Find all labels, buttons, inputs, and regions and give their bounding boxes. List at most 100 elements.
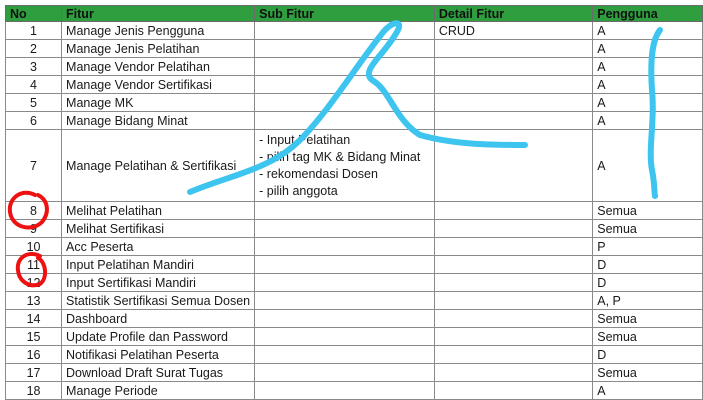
cell-detail-fitur [433,309,594,328]
cell-sub-fitur [254,201,435,220]
cell-sub-fitur [254,255,435,274]
cell-pengguna: D [592,345,703,364]
cell-no: 3 [4,57,63,76]
cell-pengguna: A [592,21,703,40]
cell-no: 6 [4,111,63,130]
cell-detail-fitur [433,39,594,58]
cell-detail-fitur [433,75,594,94]
cell-pengguna: A [592,57,703,76]
table-row: 11 Input Pelatihan Mandiri D [4,255,703,274]
cell-sub-fitur [254,237,435,256]
cell-pengguna: A [592,129,703,202]
cell-detail-fitur [433,291,594,310]
table-row: 15 Update Profile dan Password Semua [4,327,703,346]
table-row: 8 Melihat Pelatihan Semua [4,201,703,220]
cell-pengguna: D [592,255,703,274]
cell-no: 9 [4,219,63,238]
cell-pengguna: A [592,381,703,400]
cell-no: 7 [4,129,63,202]
sub-fitur-item: - pilih tag MK & Bidang Minat [259,149,421,164]
cell-fitur: Statistik Sertifikasi Semua Dosen [61,291,256,310]
sub-fitur-item: - rekomendasi Dosen [259,166,378,181]
header-detail-fitur: Detail Fitur [433,5,594,22]
feature-table: No Fitur Sub Fitur Detail Fitur Pengguna… [4,5,703,400]
table-row: 18 Manage Periode A [4,381,703,400]
cell-fitur: Manage Vendor Sertifikasi [61,75,256,94]
cell-no: 16 [4,345,63,364]
cell-fitur: Melihat Pelatihan [61,201,256,220]
cell-pengguna: A, P [592,291,703,310]
table-row: 2 Manage Jenis Pelatihan A [4,39,703,58]
cell-detail-fitur [433,201,594,220]
cell-pengguna: Semua [592,309,703,328]
cell-fitur: Manage Jenis Pelatihan [61,39,256,58]
cell-fitur: Manage MK [61,93,256,112]
cell-sub-fitur [254,327,435,346]
cell-fitur: Input Pelatihan Mandiri [61,255,256,274]
table-row: 5 Manage MK A [4,93,703,112]
header-no: No [4,5,63,22]
cell-no: 5 [4,93,63,112]
cell-sub-fitur [254,75,435,94]
cell-pengguna: P [592,237,703,256]
cell-pengguna: A [592,39,703,58]
cell-fitur: Acc Peserta [61,237,256,256]
table-row: 16 Notifikasi Pelatihan Peserta D [4,345,703,364]
cell-sub-fitur: - Input Pelatihan - pilih tag MK & Bidang… [254,129,435,202]
cell-sub-fitur [254,363,435,382]
cell-no: 12 [4,273,63,292]
cell-sub-fitur [254,309,435,328]
table-row: 3 Manage Vendor Pelatihan A [4,57,703,76]
cell-sub-fitur [254,291,435,310]
cell-detail-fitur [433,129,594,202]
cell-fitur: Melihat Sertifikasi [61,219,256,238]
cell-pengguna: Semua [592,327,703,346]
cell-fitur: Download Draft Surat Tugas [61,363,256,382]
cell-pengguna: A [592,75,703,94]
header-fitur: Fitur [61,5,256,22]
cell-fitur: Manage Bidang Minat [61,111,256,130]
spreadsheet: No Fitur Sub Fitur Detail Fitur Pengguna… [0,0,703,400]
cell-detail-fitur [433,273,594,292]
cell-detail-fitur [433,381,594,400]
cell-detail-fitur [433,327,594,346]
cell-no: 2 [4,39,63,58]
cell-no: 11 [4,255,63,274]
cell-detail-fitur [433,111,594,130]
cell-detail-fitur [433,237,594,256]
cell-sub-fitur [254,111,435,130]
cell-pengguna: D [592,273,703,292]
cell-fitur: Update Profile dan Password [61,327,256,346]
cell-sub-fitur [254,21,435,40]
cell-sub-fitur [254,345,435,364]
cell-no: 17 [4,363,63,382]
table-row: 14 Dashboard Semua [4,309,703,328]
cell-sub-fitur [254,39,435,58]
table-row: 4 Manage Vendor Sertifikasi A [4,75,703,94]
table-row: 1 Manage Jenis Pengguna CRUD A [4,21,703,40]
sub-fitur-item: - Input Pelatihan [259,132,351,147]
sub-fitur-item: - pilih anggota [259,183,338,198]
cell-pengguna: A [592,93,703,112]
cell-fitur: Manage Pelatihan & Sertifikasi [61,129,256,202]
cell-no: 10 [4,237,63,256]
cell-no: 4 [4,75,63,94]
cell-pengguna: A [592,111,703,130]
table-body: 1 Manage Jenis Pengguna CRUD A 2 Manage Jenis… [4,21,703,400]
cell-detail-fitur [433,345,594,364]
cell-fitur: Manage Vendor Pelatihan [61,57,256,76]
cell-detail-fitur [433,219,594,238]
cell-sub-fitur [254,93,435,112]
cell-sub-fitur [254,381,435,400]
table-row: 7 Manage Pelatihan & Sertifikasi - Input P… [4,129,703,202]
cell-fitur: Input Sertifikasi Mandiri [61,273,256,292]
header-row: No Fitur Sub Fitur Detail Fitur Pengguna [4,5,703,22]
cell-pengguna: Semua [592,201,703,220]
table-row: 10 Acc Peserta P [4,237,703,256]
table-row: 13 Statistik Sertifikasi Semua Dosen A, P [4,291,703,310]
table-row: 12 Input Sertifikasi Mandiri D [4,273,703,292]
cell-fitur: Notifikasi Pelatihan Peserta [61,345,256,364]
cell-pengguna: Semua [592,219,703,238]
cell-detail-fitur [433,93,594,112]
table-row: 17 Download Draft Surat Tugas Semua [4,363,703,382]
